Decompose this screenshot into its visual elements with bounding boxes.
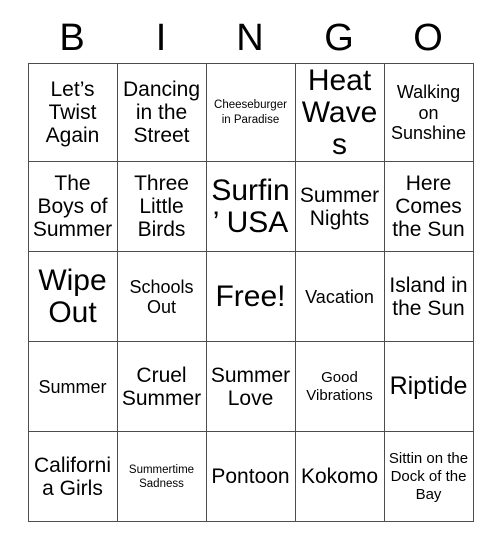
- bingo-cell-label: Wipe Out: [38, 264, 107, 329]
- bingo-cell-label: Good Vibrations: [306, 369, 373, 404]
- bingo-cell-label: The Boys of Summer: [32, 172, 113, 242]
- bingo-cell-label: Cheeseburger in Paradise: [214, 99, 287, 126]
- bingo-cell[interactable]: The Boys of Summer: [27, 161, 118, 253]
- bingo-cell[interactable]: Riptide: [383, 341, 474, 433]
- bingo-cell-free[interactable]: Free!: [205, 251, 296, 343]
- bingo-cell[interactable]: Good Vibrations: [294, 341, 385, 433]
- bingo-cell-label: Dancing in the Street: [122, 78, 201, 148]
- bingo-row: California Girls Summertime Sadness Pont…: [27, 431, 474, 523]
- bingo-cell-label: Vacation: [305, 286, 374, 307]
- bingo-cell[interactable]: Pontoon: [205, 431, 296, 523]
- bingo-cell[interactable]: Summer: [27, 341, 118, 433]
- bingo-row: Wipe Out Schools Out Free! Vacation Isla…: [27, 251, 474, 343]
- bingo-grid-wrapper: Let’s Twist Again Dancing in the Street …: [27, 62, 474, 523]
- bingo-cell-label: Three Little Birds: [134, 172, 189, 242]
- bingo-cell[interactable]: Sittin on the Dock of the Bay: [383, 431, 474, 523]
- bingo-grid: Let’s Twist Again Dancing in the Street …: [27, 62, 474, 523]
- bingo-cell[interactable]: Cheeseburger in Paradise: [205, 62, 296, 163]
- bingo-cell-label: Sittin on the Dock of the Bay: [388, 450, 469, 503]
- bingo-cell-label: California Girls: [33, 453, 112, 500]
- bingo-cell-label: Summer Nights: [299, 183, 380, 230]
- bingo-cell-label: Summer Love: [210, 363, 291, 410]
- bingo-header-letter-b: B: [59, 17, 85, 59]
- bingo-cell[interactable]: Vacation: [294, 251, 385, 343]
- bingo-cell-label: Riptide: [389, 372, 468, 401]
- bingo-row: Let’s Twist Again Dancing in the Street …: [27, 62, 474, 163]
- bingo-cell-label: Here Comes the Sun: [392, 172, 465, 242]
- bingo-cell[interactable]: Heat Waves: [294, 62, 385, 163]
- bingo-cell-label: Walking on Sunshine: [390, 82, 467, 143]
- bingo-cell[interactable]: Island in the Sun: [383, 251, 474, 343]
- bingo-cell[interactable]: Schools Out: [116, 251, 207, 343]
- bingo-cell[interactable]: Wipe Out: [27, 251, 118, 343]
- bingo-cell-label: Schools Out: [129, 276, 194, 317]
- bingo-cell-label: Pontoon: [211, 465, 290, 489]
- bingo-cell[interactable]: Summer Nights: [294, 161, 385, 253]
- bingo-cell-label: Kokomo: [300, 465, 379, 489]
- bingo-cell-label: Summer: [38, 376, 107, 397]
- bingo-cell-label: Island in the Sun: [389, 273, 468, 320]
- bingo-header-letter-n: N: [236, 17, 264, 59]
- bingo-header-letter-g: G: [324, 17, 354, 59]
- bingo-cell-label: Cruel Summer: [121, 363, 202, 410]
- bingo-cell[interactable]: Three Little Birds: [116, 161, 207, 253]
- bingo-cell[interactable]: Summer Love: [205, 341, 296, 433]
- bingo-cell[interactable]: Let’s Twist Again: [27, 62, 118, 163]
- bingo-header-letter-o: O: [413, 17, 443, 59]
- bingo-cell[interactable]: Dancing in the Street: [116, 62, 207, 163]
- bingo-cell[interactable]: Walking on Sunshine: [383, 62, 474, 163]
- bingo-row: Summer Cruel Summer Summer Love Good Vib…: [27, 341, 474, 433]
- bingo-header-letter-i: I: [155, 17, 167, 59]
- bingo-cell[interactable]: Here Comes the Sun: [383, 161, 474, 253]
- bingo-cell-label: Let’s Twist Again: [45, 78, 100, 148]
- bingo-cell[interactable]: California Girls: [27, 431, 118, 523]
- bingo-cell[interactable]: Cruel Summer: [116, 341, 207, 433]
- bingo-cell[interactable]: Summertime Sadness: [116, 431, 207, 523]
- bingo-header: B I N G O: [28, 0, 473, 58]
- bingo-cell-label: Summertime Sadness: [128, 463, 195, 490]
- bingo-card: B I N G O Let’s Twist Again Dancing in t…: [0, 0, 500, 544]
- bingo-grid-body: Let’s Twist Again Dancing in the Street …: [27, 62, 474, 523]
- bingo-cell-label: Surfin’ USA: [211, 174, 290, 239]
- bingo-cell-label: Free!: [215, 279, 286, 313]
- bingo-cell-label: Heat Waves: [301, 64, 378, 161]
- bingo-cell[interactable]: Surfin’ USA: [205, 161, 296, 253]
- bingo-cell[interactable]: Kokomo: [294, 431, 385, 523]
- bingo-row: The Boys of Summer Three Little Birds Su…: [27, 161, 474, 253]
